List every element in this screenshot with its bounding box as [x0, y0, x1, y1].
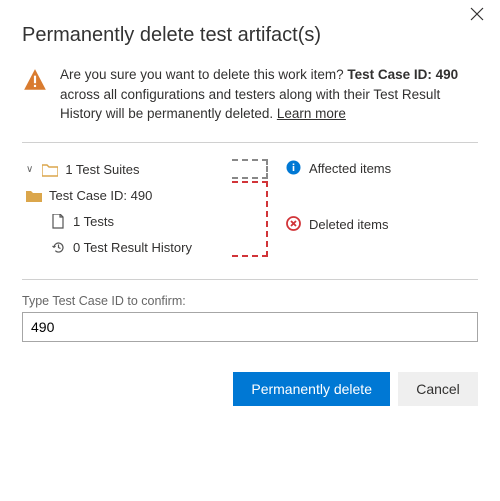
deleted-bracket	[232, 181, 268, 257]
warning-bold: Test Case ID: 490	[347, 67, 458, 82]
tree-history-row[interactable]: 0 Test Result History	[22, 235, 222, 261]
confirm-input[interactable]	[22, 312, 478, 342]
artifact-tree: ∨ 1 Test Suites Test Case ID: 490 1 Test…	[22, 157, 222, 261]
document-icon	[50, 214, 66, 229]
history-icon	[50, 240, 66, 255]
close-icon	[470, 5, 484, 25]
tree-case-row[interactable]: Test Case ID: 490	[22, 183, 222, 209]
affected-bracket	[232, 159, 268, 179]
tree-suites-row[interactable]: ∨ 1 Test Suites	[22, 157, 222, 183]
confirm-input-label: Type Test Case ID to confirm:	[22, 294, 478, 308]
legend-deleted: Deleted items	[286, 213, 478, 237]
warning-prefix: Are you sure you want to delete this wor…	[60, 67, 347, 82]
warning-suffix: across all configurations and testers al…	[60, 87, 440, 122]
tree-and-legend: ∨ 1 Test Suites Test Case ID: 490 1 Test…	[22, 157, 478, 261]
error-icon	[286, 216, 301, 234]
chevron-down-icon: ∨	[26, 164, 33, 175]
warning-icon	[22, 67, 48, 98]
close-button[interactable]	[464, 2, 490, 28]
legend-affected: Affected items	[286, 157, 478, 181]
tree-history-label: 0 Test Result History	[73, 240, 192, 255]
folder-icon	[42, 163, 58, 177]
tree-case-label: Test Case ID: 490	[49, 188, 152, 203]
dialog-actions: Permanently delete Cancel	[22, 372, 478, 406]
tree-tests-label: 1 Tests	[73, 214, 114, 229]
cancel-button[interactable]: Cancel	[398, 372, 478, 406]
separator	[22, 279, 478, 280]
dialog-title: Permanently delete test artifact(s)	[22, 24, 478, 47]
legend-affected-label: Affected items	[309, 161, 391, 176]
learn-more-link[interactable]: Learn more	[277, 106, 346, 121]
tree-suites-label: 1 Test Suites	[65, 162, 139, 177]
separator	[22, 142, 478, 143]
info-icon	[286, 160, 301, 178]
bracket-indicators	[232, 157, 276, 261]
warning-message: Are you sure you want to delete this wor…	[22, 65, 478, 124]
legend: Affected items Deleted items	[286, 157, 478, 261]
folder-solid-icon	[26, 189, 42, 203]
warning-text: Are you sure you want to delete this wor…	[60, 65, 478, 124]
tree-tests-row[interactable]: 1 Tests	[22, 209, 222, 235]
legend-deleted-label: Deleted items	[309, 217, 388, 232]
permanently-delete-button[interactable]: Permanently delete	[233, 372, 390, 406]
delete-confirmation-dialog: Permanently delete test artifact(s) Are …	[0, 0, 500, 428]
